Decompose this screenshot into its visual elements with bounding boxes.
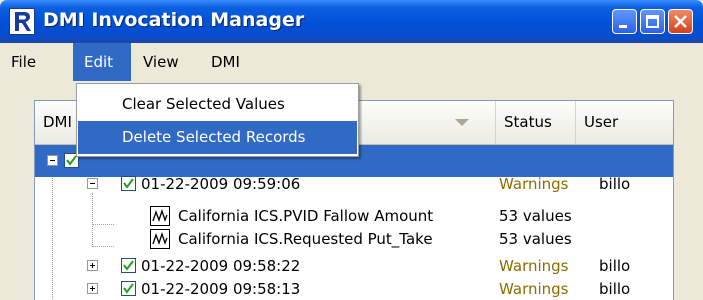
row-label: 01-22-2009 09:59:06 (141, 175, 301, 193)
graph-icon (150, 229, 170, 249)
collapse-icon[interactable] (47, 155, 58, 166)
row-user: billo (599, 280, 631, 298)
menu-bar: File Edit View DMI (0, 43, 703, 81)
checkbox-icon[interactable] (121, 258, 136, 273)
menu-dmi[interactable]: DMI (200, 43, 251, 81)
window-title: DMI Invocation Manager (43, 9, 305, 31)
row-status: Warnings (499, 280, 569, 298)
table-row[interactable]: 01-22-2009 09:59:06 Warnings billo (35, 168, 673, 200)
column-header-user[interactable]: User (575, 101, 673, 144)
maximize-button[interactable] (640, 9, 665, 34)
close-button[interactable] (668, 9, 693, 34)
menu-file[interactable]: File (0, 43, 47, 81)
menu-view[interactable]: View (132, 43, 190, 81)
row-user: billo (599, 175, 631, 193)
checkbox-icon[interactable] (121, 176, 136, 191)
checkbox-icon[interactable] (121, 281, 136, 296)
edit-menu-dropdown: Clear Selected Values Delete Selected Re… (76, 83, 359, 157)
collapse-icon[interactable] (87, 178, 98, 189)
row-label: 01-22-2009 09:58:13 (141, 280, 301, 298)
app-logo-icon (9, 8, 35, 35)
title-bar: DMI Invocation Manager (0, 0, 703, 43)
row-status: Warnings (499, 175, 569, 193)
menu-item-clear-selected-values[interactable]: Clear Selected Values (78, 88, 357, 121)
column-header-status[interactable]: Status (495, 101, 575, 144)
table-row[interactable]: 01-22-2009 09:58:13 Warnings billo (35, 273, 673, 300)
sort-arrow-icon (455, 119, 469, 126)
minimize-button[interactable] (612, 9, 637, 34)
expand-icon[interactable] (87, 283, 98, 294)
menu-item-delete-selected-records[interactable]: Delete Selected Records (78, 121, 357, 154)
menu-edit[interactable]: Edit (73, 43, 131, 81)
expand-icon[interactable] (87, 260, 98, 271)
